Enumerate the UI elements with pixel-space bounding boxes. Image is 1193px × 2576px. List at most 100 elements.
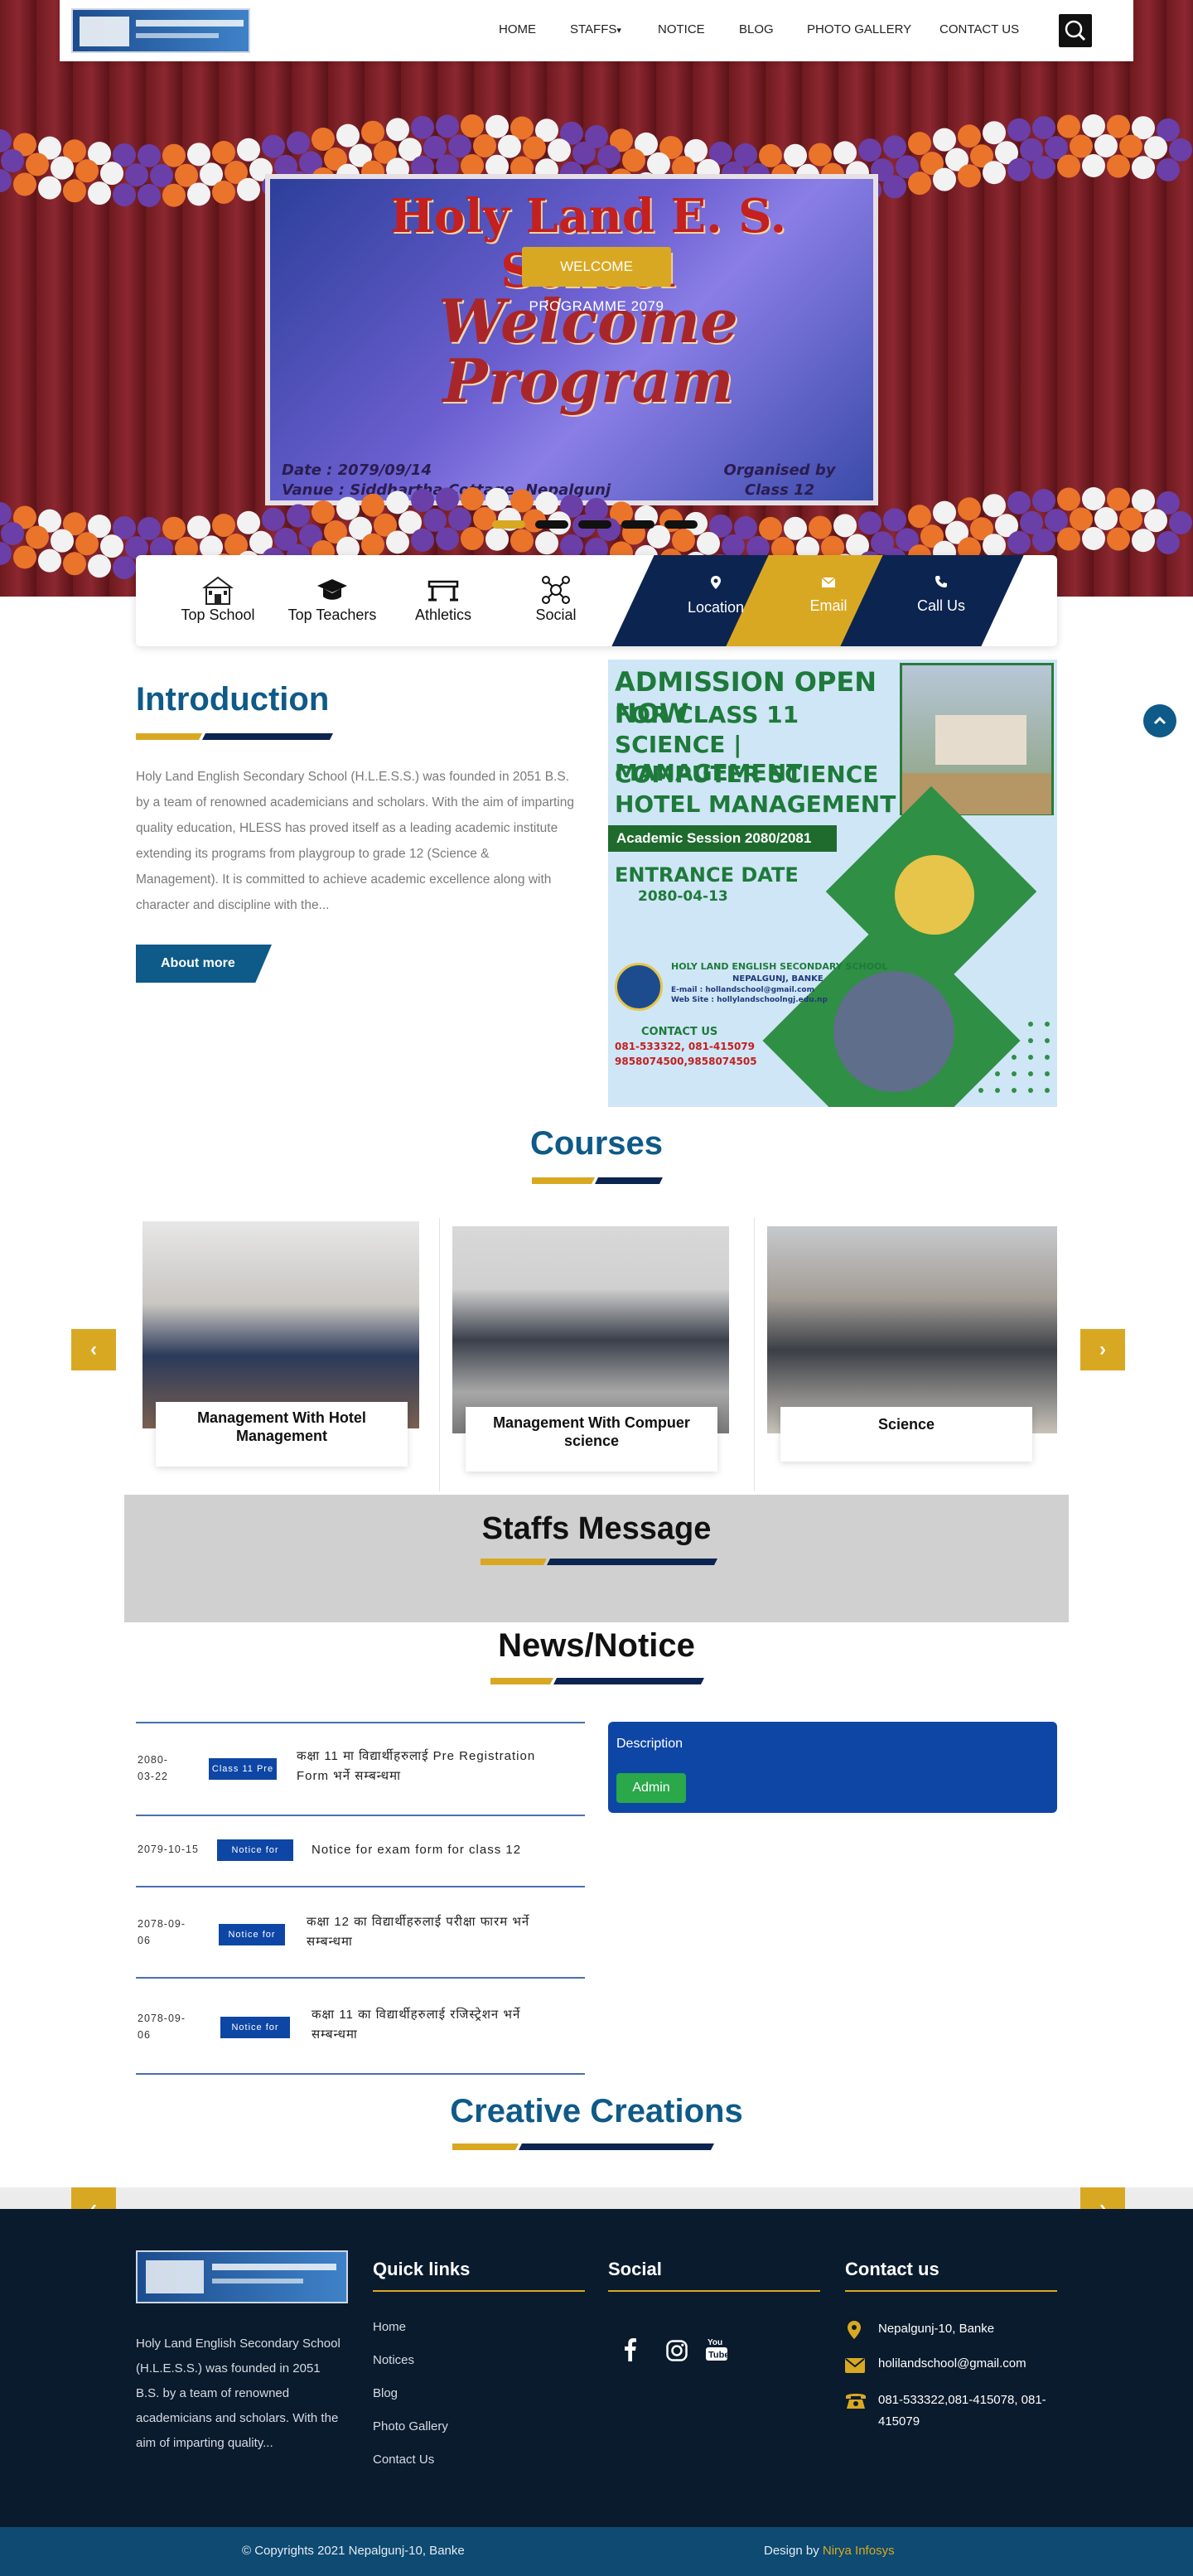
footer-link-photo-gallery[interactable]: Photo Gallery	[373, 2419, 448, 2433]
intro-underline	[136, 729, 333, 740]
features-bar: Top School Top Teachers Athletics Social…	[136, 555, 1057, 646]
news-item-title[interactable]: Notice for exam form for class 12	[312, 1840, 577, 1860]
svg-text:You: You	[708, 2338, 722, 2347]
footer-link-notices[interactable]: Notices	[373, 2353, 414, 2367]
news-divider	[136, 2073, 585, 2075]
feature-label: Athletics	[414, 607, 472, 623]
contact-title: Contact us	[845, 2259, 939, 2279]
nav-blog[interactable]: BLOG	[739, 22, 774, 36]
location-link[interactable]: Location	[666, 575, 766, 616]
slider-dot[interactable]	[621, 520, 654, 529]
school-emblem	[615, 963, 663, 1011]
email-link[interactable]: Email	[779, 575, 878, 615]
news-date: 2080-03-22	[138, 1754, 168, 1782]
instagram-icon[interactable]	[666, 2340, 688, 2361]
nav-staffs[interactable]: STAFFS▾	[570, 22, 621, 36]
intro-title: Introduction	[136, 681, 330, 718]
search-icon	[1065, 20, 1086, 41]
school-logo[interactable]	[71, 8, 250, 53]
graduation-cap-icon	[317, 579, 347, 600]
footer-link-contact-us[interactable]: Contact Us	[373, 2453, 434, 2467]
map-pin-icon	[711, 576, 721, 589]
hero-subtitle: PROGRAMME 2079	[529, 298, 664, 314]
search-button[interactable]	[1059, 14, 1092, 47]
feature-label: Top School	[181, 607, 255, 623]
scroll-top-button[interactable]	[1143, 704, 1176, 737]
envelope-icon	[845, 2358, 865, 2373]
classroom-photo	[833, 971, 954, 1092]
course-card[interactable]: Management With Compuer science	[446, 1223, 761, 1496]
news-tag[interactable]: Notice for	[220, 2017, 290, 2038]
news-underline	[490, 1674, 704, 1684]
course-image-computer	[452, 1226, 729, 1433]
course-card[interactable]: Management With Hotel Management	[136, 1218, 451, 1491]
course-label: Science	[780, 1407, 1032, 1462]
poster-dot-pattern	[978, 1022, 1050, 1093]
designer-link[interactable]: Nirya Infosys	[823, 2544, 895, 2558]
slider-dot[interactable]	[535, 520, 568, 529]
courses-underline	[532, 1173, 663, 1184]
chevron-up-icon	[1153, 716, 1166, 725]
news-tag[interactable]: Class 11 Pre	[209, 1758, 277, 1780]
creative-underline	[452, 2139, 714, 2150]
admission-poster[interactable]: ADMISSION OPEN NOW FOR CLASS 11 SCIENCE …	[608, 660, 1057, 1107]
feature-athletics[interactable]: Athletics	[389, 573, 497, 624]
footer-logo[interactable]	[136, 2250, 348, 2303]
feature-top-school[interactable]: Top School	[164, 573, 272, 624]
copyright-bar: © Copyrights 2021 Nepalgunj-10, Banke De…	[0, 2527, 1193, 2576]
quick-links-title: Quick links	[373, 2259, 471, 2279]
feature-social[interactable]: Social	[502, 573, 610, 624]
slider-dots	[492, 520, 698, 529]
about-more-button[interactable]: About more	[136, 945, 272, 983]
creative-title: Creative Creations	[450, 2093, 743, 2129]
nav-photo-gallery[interactable]: PHOTO GALLERY	[807, 22, 911, 36]
staffs-message-title: Staffs Message	[481, 1511, 712, 1546]
slider-dot[interactable]	[578, 520, 611, 529]
feature-top-teachers[interactable]: Top Teachers	[278, 573, 386, 624]
design-by-text: Design by Nirya Infosys	[764, 2544, 895, 2558]
news-divider	[136, 1886, 585, 1887]
poster-session: Academic Session 2080/2081	[608, 825, 837, 852]
news-date: 2078-09-06	[138, 1918, 186, 1946]
course-card[interactable]: Science	[761, 1223, 1075, 1496]
hero-slider: Holy Land E. S. School Welcome Program D…	[0, 0, 1193, 597]
navbar: HOME STAFFS▾ NOTICE BLOG PHOTO GALLERY C…	[60, 0, 1133, 61]
courses-prev-button[interactable]: ‹	[71, 1329, 116, 1370]
description-box: Description Admin	[608, 1722, 1057, 1813]
course-label: Management With Hotel Management	[156, 1402, 408, 1467]
news-item-title[interactable]: कक्षा 12 का विद्यार्थीहरुलाई परीक्षा फार…	[307, 1912, 563, 1952]
contact-underline	[845, 2290, 1057, 2292]
news-item-title[interactable]: कक्षा 11 का विद्यार्थीहरुलाई रजिस्ट्रेशन…	[312, 2005, 568, 2045]
slider-dot[interactable]	[664, 520, 698, 529]
school-building-photo	[900, 663, 1054, 815]
news-date: 2078-09-06	[138, 2013, 186, 2041]
social-underline	[608, 2290, 820, 2292]
course-image-hotel	[142, 1221, 419, 1428]
news-item-title[interactable]: कक्षा 11 मा विद्यार्थीहरुलाई Pre Registr…	[297, 1747, 570, 1786]
nav-contact-us[interactable]: CONTACT US	[939, 22, 1019, 36]
nav-notice[interactable]: NOTICE	[658, 22, 705, 36]
creative-carousel	[0, 2187, 1193, 2209]
telephone-icon	[846, 2394, 866, 2409]
quick-links-underline	[373, 2290, 585, 2292]
feature-label: Social	[535, 607, 577, 623]
footer-link-home[interactable]: Home	[373, 2320, 406, 2334]
nav-home[interactable]: HOME	[499, 22, 536, 36]
facebook-icon[interactable]	[625, 2338, 636, 2361]
courses-next-button[interactable]: ›	[1080, 1329, 1125, 1370]
phone-icon	[935, 576, 947, 587]
card-divider	[754, 1218, 755, 1491]
news-tag[interactable]: Notice for	[217, 1839, 293, 1861]
students-group-photo	[895, 855, 974, 935]
admin-button[interactable]: Admin	[616, 1773, 686, 1803]
youtube-icon[interactable]: You Tube	[706, 2337, 727, 2363]
description-label: Description	[616, 1737, 683, 1751]
news-tag[interactable]: Notice for	[219, 1924, 285, 1945]
footer-link-blog[interactable]: Blog	[373, 2386, 398, 2400]
call-us-link[interactable]: Call Us	[891, 575, 991, 615]
footer-address: Nepalgunj-10, Banke	[878, 2322, 995, 2336]
courses-title: Courses	[529, 1125, 664, 1162]
slider-dot[interactable]	[492, 520, 525, 529]
welcome-button[interactable]: WELCOME	[522, 247, 671, 287]
footer-email[interactable]: holilandschool@gmail.com	[878, 2353, 1060, 2375]
